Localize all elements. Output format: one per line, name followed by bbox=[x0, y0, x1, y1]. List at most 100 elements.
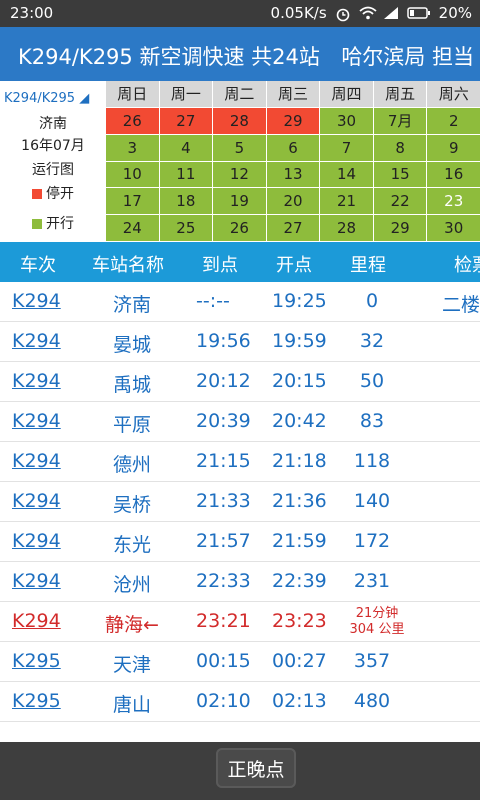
calendar-day[interactable]: 12 bbox=[213, 161, 266, 188]
station-name: 东光 bbox=[112, 534, 151, 556]
calendar-day[interactable]: 14 bbox=[320, 161, 373, 188]
delay-info: 21分钟 304 公里 bbox=[340, 606, 414, 638]
table-row[interactable]: K294 济南 --:-- 19:25 0 二楼 bbox=[0, 282, 480, 322]
calendar-day[interactable]: 4 bbox=[159, 134, 213, 161]
weekday-header: 周四 bbox=[320, 81, 373, 107]
calendar-day[interactable]: 19 bbox=[213, 188, 266, 215]
train-number-link[interactable]: K294 bbox=[12, 570, 61, 592]
calendar-day[interactable]: 3 bbox=[106, 134, 159, 161]
train-number-link[interactable]: K294 bbox=[12, 450, 61, 472]
battery-level: 20% bbox=[438, 4, 472, 22]
calendar-day[interactable]: 26 bbox=[106, 107, 159, 134]
calendar-day[interactable]: 7月 bbox=[373, 107, 427, 134]
train-number-link[interactable]: K295 bbox=[12, 650, 61, 672]
calendar-day[interactable]: 7 bbox=[320, 134, 373, 161]
train-number-link[interactable]: K294 bbox=[12, 530, 61, 552]
calendar-day[interactable]: 13 bbox=[266, 161, 320, 188]
calendar-day[interactable]: 27 bbox=[266, 215, 320, 241]
bottom-bar: 正晚点 bbox=[0, 742, 480, 800]
calendar-day[interactable]: 29 bbox=[373, 215, 427, 241]
train-number-link[interactable]: K294 bbox=[12, 330, 61, 352]
arrive-time: 22:33 bbox=[196, 570, 251, 592]
delay-minutes: 21分钟 bbox=[355, 606, 399, 621]
calendar-day[interactable]: 15 bbox=[373, 161, 427, 188]
train-number-link[interactable]: K295 bbox=[12, 690, 61, 712]
stop-list: K294 济南 --:-- 19:25 0 二楼 K294 晏城 19:56 19:59 32 K29… bbox=[0, 282, 480, 722]
delay-status-button[interactable]: 正晚点 bbox=[216, 748, 296, 788]
calendar-train-label[interactable]: K294/K295 ◢ bbox=[0, 91, 110, 106]
distance-km: 50 bbox=[359, 370, 385, 392]
station-name: 唐山 bbox=[112, 694, 151, 716]
calendar-day[interactable]: 2 bbox=[427, 107, 480, 134]
calendar-day[interactable]: 25 bbox=[159, 215, 213, 241]
arrive-time: --:-- bbox=[196, 290, 230, 312]
station-name: 德州 bbox=[112, 454, 151, 476]
calendar-day[interactable]: 16 bbox=[427, 161, 480, 188]
calendar-day[interactable]: 9 bbox=[427, 134, 480, 161]
calendar-day[interactable]: 26 bbox=[213, 215, 266, 241]
calendar-day[interactable]: 22 bbox=[373, 188, 427, 215]
legend-stop: 停开 bbox=[0, 183, 106, 203]
distance-km: 0 bbox=[365, 290, 379, 312]
status-bar: 23:00 0.05K/s 20% bbox=[0, 0, 480, 27]
train-number-link[interactable]: K294 bbox=[12, 290, 61, 312]
calendar-day[interactable]: 24 bbox=[106, 215, 159, 241]
depart-time: 23:23 bbox=[272, 610, 327, 632]
station-name: 平原 bbox=[112, 414, 151, 436]
calendar-day[interactable]: 28 bbox=[320, 215, 373, 241]
calendar-day[interactable]: 28 bbox=[213, 107, 266, 134]
table-row[interactable]: K295 天津 00:15 00:27 357 bbox=[0, 642, 480, 682]
train-number-link[interactable]: K294 bbox=[12, 490, 61, 512]
train-number-link[interactable]: K294 bbox=[12, 410, 61, 432]
table-row[interactable]: K294 禹城 20:12 20:15 50 bbox=[0, 362, 480, 402]
table-row[interactable]: K294 晏城 19:56 19:59 32 bbox=[0, 322, 480, 362]
depart-time: 00:27 bbox=[272, 650, 327, 672]
depart-time: 20:42 bbox=[272, 410, 327, 432]
alarm-icon bbox=[335, 6, 351, 22]
table-row[interactable]: K295 唐山 02:10 02:13 480 bbox=[0, 682, 480, 722]
battery-icon bbox=[406, 6, 431, 20]
calendar-day[interactable]: 29 bbox=[266, 107, 320, 134]
legend-run: 开行 bbox=[0, 213, 106, 233]
depart-time: 19:25 bbox=[272, 290, 327, 312]
calendar-month: 16年07月 bbox=[21, 138, 85, 154]
gate-info: 二楼 bbox=[442, 294, 480, 316]
calendar-info: K294/K295 ◢ 济南 16年07月 运行图 停开 开行 bbox=[0, 81, 106, 241]
depart-time: 19:59 bbox=[272, 330, 327, 352]
calendar-day[interactable]: 20 bbox=[266, 188, 320, 215]
table-row[interactable]: K294 平原 20:39 20:42 83 bbox=[0, 402, 480, 442]
arrive-time: 21:57 bbox=[196, 530, 251, 552]
calendar-day[interactable]: 6 bbox=[266, 134, 320, 161]
train-number-link[interactable]: K294 bbox=[12, 610, 61, 632]
calendar-day[interactable]: 27 bbox=[159, 107, 213, 134]
calendar-day[interactable]: 30 bbox=[427, 215, 480, 241]
calendar-day[interactable]: 17 bbox=[106, 188, 159, 215]
calendar-day[interactable]: 18 bbox=[159, 188, 213, 215]
calendar-day[interactable]: 10 bbox=[106, 161, 159, 188]
depart-time: 20:15 bbox=[272, 370, 327, 392]
weekday-header: 周二 bbox=[213, 81, 266, 107]
legend-run-swatch bbox=[32, 219, 42, 229]
calendar-day[interactable]: 8 bbox=[373, 134, 427, 161]
distance-km: 32 bbox=[359, 330, 385, 352]
station-name: 晏城 bbox=[112, 334, 151, 356]
table-row[interactable]: K294 静海← 23:21 23:23 21分钟 304 公里 bbox=[0, 602, 480, 642]
distance-km: 357 bbox=[353, 650, 391, 672]
operation-calendar: K294/K295 ◢ 济南 16年07月 运行图 停开 开行 周日 周一 周二 周三… bbox=[0, 81, 480, 241]
arrive-time: 19:56 bbox=[196, 330, 251, 352]
table-row[interactable]: K294 德州 21:15 21:18 118 bbox=[0, 442, 480, 482]
status-time: 23:00 bbox=[10, 4, 54, 22]
calendar-day[interactable]: 30 bbox=[320, 107, 373, 134]
table-row[interactable]: K294 沧州 22:33 22:39 231 bbox=[0, 562, 480, 602]
calendar-day[interactable]: 23 bbox=[427, 188, 480, 215]
calendar-day[interactable]: 11 bbox=[159, 161, 213, 188]
table-header: 车次 车站名称 到点 开点 里程 检票 bbox=[0, 242, 480, 282]
station-name: 天津 bbox=[112, 654, 151, 676]
table-row[interactable]: K294 吴桥 21:33 21:36 140 bbox=[0, 482, 480, 522]
distance-km: 172 bbox=[353, 530, 391, 552]
calendar-day[interactable]: 21 bbox=[320, 188, 373, 215]
table-row[interactable]: K294 东光 21:57 21:59 172 bbox=[0, 522, 480, 562]
distance-km: 140 bbox=[353, 490, 391, 512]
train-number-link[interactable]: K294 bbox=[12, 370, 61, 392]
calendar-day[interactable]: 5 bbox=[213, 134, 266, 161]
